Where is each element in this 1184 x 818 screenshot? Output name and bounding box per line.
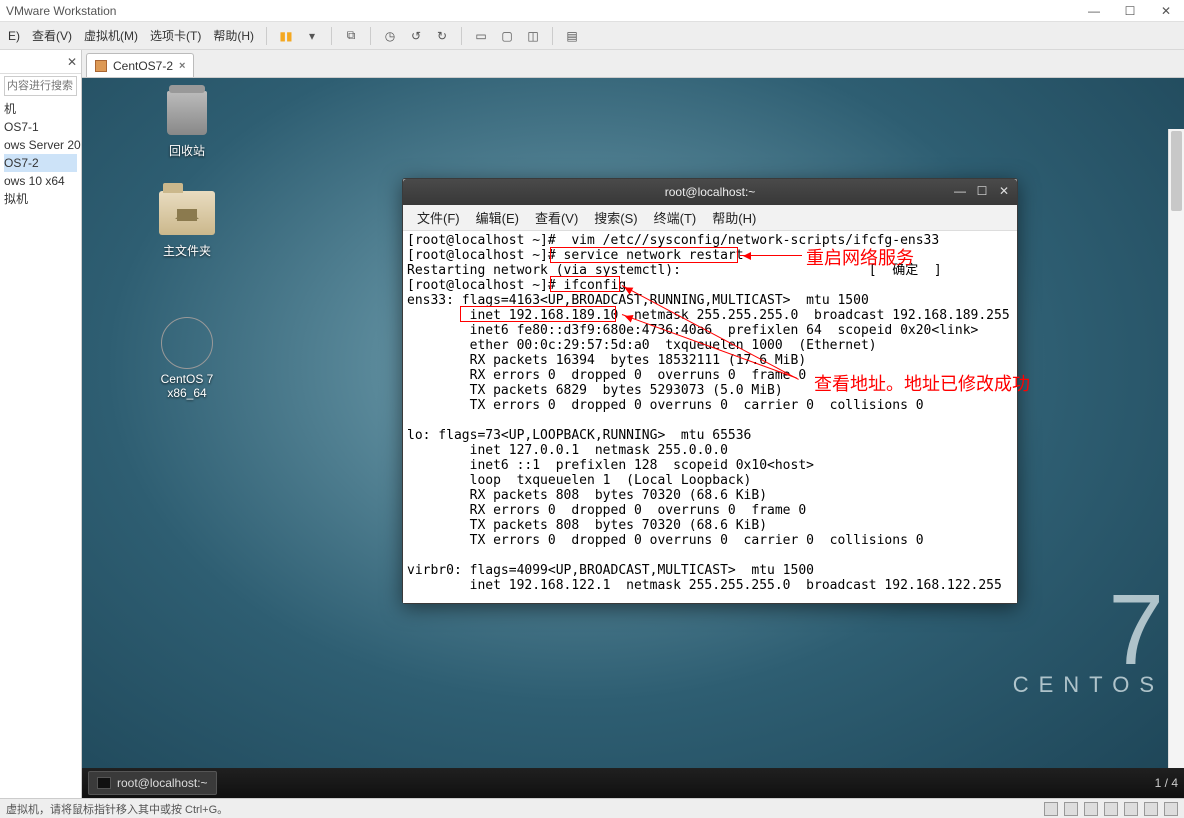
sidebar-close-icon[interactable]: ✕ bbox=[67, 55, 77, 69]
device-icon[interactable] bbox=[1084, 802, 1098, 816]
host-statusbar: 虚拟机，请将鼠标指针移入其中或按 Ctrl+G。 bbox=[0, 798, 1184, 818]
taskbar-item-terminal[interactable]: root@localhost:~ bbox=[88, 771, 217, 795]
menu-help[interactable]: 帮助(H) bbox=[207, 22, 260, 49]
terminal-close-icon[interactable]: ✕ bbox=[995, 182, 1013, 200]
tree-item-selected[interactable]: OS7-2 bbox=[4, 154, 77, 172]
taskbar-item-label: root@localhost:~ bbox=[117, 776, 208, 790]
terminal-minimize-icon[interactable]: — bbox=[951, 182, 969, 200]
device-icon[interactable] bbox=[1124, 802, 1138, 816]
pause-icon[interactable]: ▮▮ bbox=[274, 24, 298, 48]
clock-icon[interactable]: ◷ bbox=[378, 24, 402, 48]
device-icon[interactable] bbox=[1104, 802, 1118, 816]
terminal-title: root@localhost:~ bbox=[665, 185, 756, 199]
device-icon[interactable] bbox=[1044, 802, 1058, 816]
fit-icon[interactable]: ▭ bbox=[469, 24, 493, 48]
icon-label: 回收站 bbox=[142, 142, 232, 159]
trash-icon bbox=[167, 91, 207, 135]
snapshot-icon[interactable]: ⧉ bbox=[339, 24, 363, 48]
fullscreen-icon[interactable]: ▢ bbox=[495, 24, 519, 48]
taskbar-workspace-indicator[interactable]: 1 / 4 bbox=[1155, 776, 1178, 790]
desktop-icon-disc[interactable]: CentOS 7 x86_64 bbox=[142, 318, 232, 400]
terminal-body[interactable]: [root@localhost ~]# vim /etc//sysconfig/… bbox=[403, 231, 1017, 603]
centos-brand: 7 CENTOS bbox=[1013, 580, 1164, 698]
forward-icon[interactable]: ↻ bbox=[430, 24, 454, 48]
term-menu-search[interactable]: 搜索(S) bbox=[586, 208, 645, 227]
terminal-icon bbox=[97, 777, 111, 789]
guest-desktop[interactable]: 7 CENTOS 回收站 主文件夹 CentOS 7 x86_64 root@l… bbox=[82, 78, 1184, 798]
vm-icon bbox=[95, 60, 107, 72]
terminal-menubar: 文件(F) 编辑(E) 查看(V) 搜索(S) 终端(T) 帮助(H) bbox=[403, 205, 1017, 231]
disc-icon bbox=[161, 317, 213, 369]
terminal-maximize-icon[interactable]: ☐ bbox=[973, 182, 991, 200]
term-menu-help[interactable]: 帮助(H) bbox=[704, 208, 764, 227]
terminal-titlebar[interactable]: root@localhost:~ — ☐ ✕ bbox=[403, 179, 1017, 205]
tabs-row: CentOS7-2 × bbox=[82, 50, 1184, 78]
library-sidebar: ✕ 机 OS7-1 ows Server 2016 OS7-2 ows 10 x… bbox=[0, 50, 82, 798]
terminal-window[interactable]: root@localhost:~ — ☐ ✕ 文件(F) 编辑(E) 查看(V)… bbox=[402, 178, 1018, 604]
tab-close-icon[interactable]: × bbox=[179, 60, 185, 72]
tree-item[interactable]: 机 bbox=[4, 100, 77, 118]
tree-item[interactable]: 拟机 bbox=[4, 190, 77, 208]
tree-item[interactable]: OS7-1 bbox=[4, 118, 77, 136]
device-icon[interactable] bbox=[1144, 802, 1158, 816]
tree-item[interactable]: ows 10 x64 bbox=[4, 172, 77, 190]
device-icon[interactable] bbox=[1064, 802, 1078, 816]
folder-icon bbox=[159, 191, 215, 235]
tab-centos7-2[interactable]: CentOS7-2 × bbox=[86, 53, 194, 77]
tree-item[interactable]: ows Server 2016 bbox=[4, 136, 77, 154]
library-icon[interactable]: ▤ bbox=[560, 24, 584, 48]
dropdown-icon[interactable]: ▾ bbox=[300, 24, 324, 48]
term-menu-view[interactable]: 查看(V) bbox=[527, 208, 586, 227]
search-input[interactable] bbox=[4, 76, 77, 96]
term-menu-terminal[interactable]: 终端(T) bbox=[646, 208, 705, 227]
centos-word: CENTOS bbox=[1013, 672, 1164, 698]
desktop-icon-trash[interactable]: 回收站 bbox=[142, 88, 232, 159]
desktop-icon-home[interactable]: 主文件夹 bbox=[142, 188, 232, 259]
menu-tabs[interactable]: 选项卡(T) bbox=[144, 22, 207, 49]
menubar: E) 查看(V) 虚拟机(M) 选项卡(T) 帮助(H) ▮▮ ▾ ⧉ ◷ ↺ … bbox=[0, 22, 1184, 50]
status-text: 虚拟机，请将鼠标指针移入其中或按 Ctrl+G。 bbox=[6, 801, 228, 817]
minimize-button[interactable]: — bbox=[1076, 0, 1112, 22]
scrollbar[interactable] bbox=[1168, 129, 1184, 768]
term-menu-edit[interactable]: 编辑(E) bbox=[468, 208, 527, 227]
scrollbar-thumb[interactable] bbox=[1171, 131, 1182, 211]
icon-label: CentOS 7 x86_64 bbox=[142, 372, 232, 400]
menu-edit[interactable]: E) bbox=[2, 22, 26, 49]
device-icon[interactable] bbox=[1164, 802, 1178, 816]
app-titlebar: VMware Workstation — ☐ ✕ bbox=[0, 0, 1184, 22]
unity-icon[interactable]: ◫ bbox=[521, 24, 545, 48]
term-menu-file[interactable]: 文件(F) bbox=[409, 208, 468, 227]
tab-label: CentOS7-2 bbox=[113, 59, 173, 73]
menu-vm[interactable]: 虚拟机(M) bbox=[78, 22, 144, 49]
revert-icon[interactable]: ↺ bbox=[404, 24, 428, 48]
icon-label: 主文件夹 bbox=[142, 242, 232, 259]
guest-taskbar[interactable]: root@localhost:~ 1 / 4 bbox=[82, 768, 1184, 798]
maximize-button[interactable]: ☐ bbox=[1112, 0, 1148, 22]
app-title: VMware Workstation bbox=[6, 4, 116, 18]
menu-view[interactable]: 查看(V) bbox=[26, 22, 78, 49]
vm-area: CentOS7-2 × 7 CENTOS 回收站 主文件夹 CentOS 7 x… bbox=[82, 50, 1184, 798]
centos-version: 7 bbox=[1013, 580, 1164, 680]
close-button[interactable]: ✕ bbox=[1148, 0, 1184, 22]
vm-tree[interactable]: 机 OS7-1 ows Server 2016 OS7-2 ows 10 x64… bbox=[0, 98, 81, 210]
